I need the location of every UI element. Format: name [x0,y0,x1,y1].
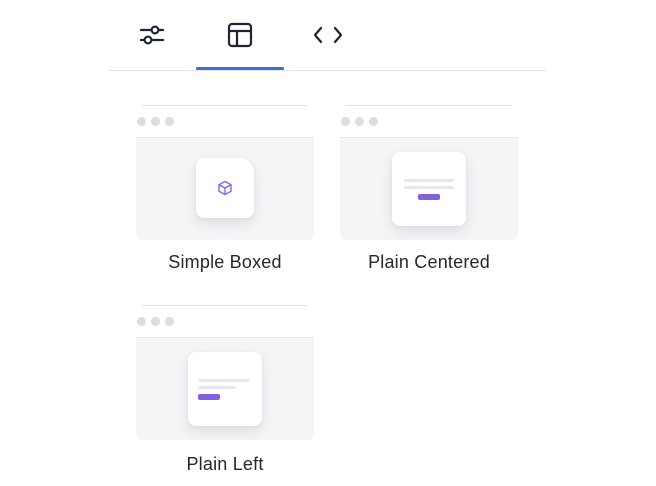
template-picker: Simple Boxed Plain Centered Plain Left [0,0,656,486]
preview-button [198,394,220,400]
window-dot [355,117,364,126]
template-label: Simple Boxed [168,252,282,272]
template-preview [136,305,314,440]
tab-bar [108,0,546,71]
tab-settings[interactable] [108,0,196,69]
tab-code[interactable] [284,0,372,69]
window-dot [165,317,174,326]
preview-button [418,194,440,200]
preview-box [188,352,262,426]
browser-chrome [340,106,518,138]
template-preview [340,105,518,240]
browser-chrome [136,106,314,138]
template-label: Plain Left [186,454,264,474]
window-dot [165,117,174,126]
window-dot [369,117,378,126]
preview-box [196,158,254,218]
layout-icon [227,22,253,48]
window-dot [137,317,146,326]
template-card-plain-centered[interactable]: Plain Centered [340,105,518,283]
template-card-plain-left[interactable]: Plain Left [136,305,314,483]
code-icon [312,24,344,46]
window-dot [151,317,160,326]
window-dot [137,117,146,126]
text-line [404,179,454,182]
preview-box [392,152,466,226]
text-line [198,379,250,382]
sliders-icon [139,24,165,46]
window-dot [151,117,160,126]
window-dot [341,117,350,126]
tab-layout[interactable] [196,0,284,70]
template-preview [136,105,314,240]
browser-chrome [136,306,314,338]
template-label: Plain Centered [368,252,490,272]
cube-icon [217,180,233,201]
template-card-simple-boxed[interactable]: Simple Boxed [136,105,314,283]
text-line [404,186,454,189]
text-line [198,386,236,389]
